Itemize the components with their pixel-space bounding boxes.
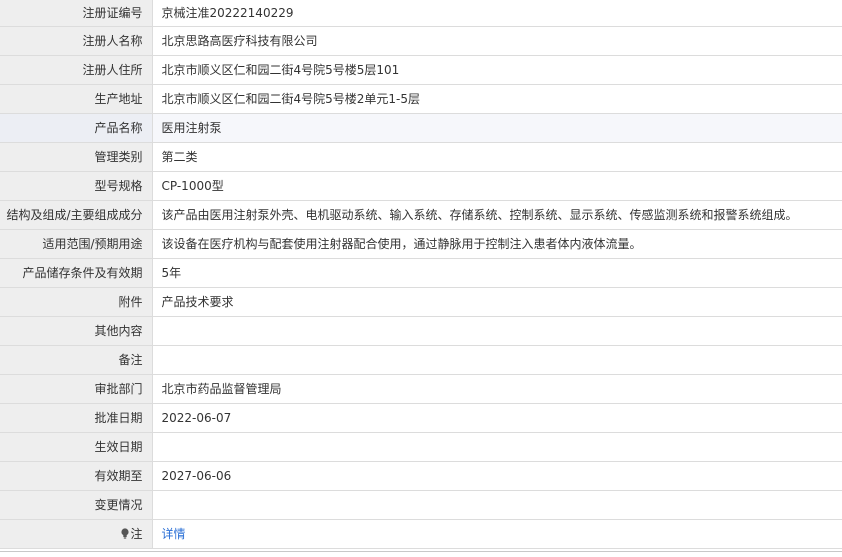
value-attachment: 产品技术要求 [152,287,842,317]
value-product-name: 医用注射泵 [152,113,842,143]
value-approval-date: 2022-06-07 [152,403,842,433]
label-approval-date: 批准日期 [0,403,153,433]
value-valid-until: 2027-06-06 [152,461,842,491]
value-change-history [152,490,842,520]
row-production-address: 生产地址 北京市顺义区仁和园二街4号院5号楼2单元1-5层 [0,84,842,114]
row-other-content: 其他内容 [0,316,842,346]
value-registration-number: 京械注准20222140229 [152,0,842,27]
row-product-name: 产品名称 医用注射泵 [0,113,842,143]
value-effective-date [152,432,842,462]
label-note-cell: 注 [0,519,153,549]
row-structure-composition: 结构及组成/主要组成成分 该产品由医用注射泵外壳、电机驱动系统、输入系统、存储系… [0,200,842,230]
value-registrant-address: 北京市顺义区仁和园二街4号院5号楼5层101 [152,55,842,85]
label-production-address: 生产地址 [0,84,153,114]
row-intended-use: 适用范围/预期用途 该设备在医疗机构与配套使用注射器配合使用，通过静脉用于控制注… [0,229,842,259]
label-product-name: 产品名称 [0,113,153,143]
row-effective-date: 生效日期 [0,432,842,462]
label-effective-date: 生效日期 [0,432,153,462]
label-management-category: 管理类别 [0,142,153,172]
value-structure-composition: 该产品由医用注射泵外壳、电机驱动系统、输入系统、存储系统、控制系统、显示系统、传… [152,200,842,230]
lightbulb-icon [121,528,130,539]
value-approval-department: 北京市药品监督管理局 [152,374,842,404]
row-remarks: 备注 [0,345,842,375]
row-attachment: 附件 产品技术要求 [0,287,842,317]
label-other-content: 其他内容 [0,316,153,346]
value-remarks [152,345,842,375]
details-link[interactable]: 详情 [162,527,186,541]
value-note-cell: 详情 [152,519,842,549]
label-note: 注 [130,527,143,541]
row-registrant-name: 注册人名称 北京思路高医疗科技有限公司 [0,26,842,56]
table-bottom-border [0,551,842,552]
row-approval-department: 审批部门 北京市药品监督管理局 [0,374,842,404]
row-valid-until: 有效期至 2027-06-06 [0,461,842,491]
label-structure-composition-cell: 结构及组成/主要组成成分 [0,200,153,230]
label-change-history: 变更情况 [0,490,153,520]
value-model-spec: CP-1000型 [152,171,842,201]
value-storage-validity: 5年 [152,258,842,288]
value-management-category: 第二类 [152,142,842,172]
label-registrant-address: 注册人住所 [0,55,153,85]
label-registration-number: 注册证编号 [0,0,153,27]
label-valid-until: 有效期至 [0,461,153,491]
value-production-address: 北京市顺义区仁和园二街4号院5号楼2单元1-5层 [152,84,842,114]
row-approval-date: 批准日期 2022-06-07 [0,403,842,433]
row-model-spec: 型号规格 CP-1000型 [0,171,842,201]
row-registration-number: 注册证编号 京械注准20222140229 [0,0,842,27]
label-registrant-name: 注册人名称 [0,26,153,56]
value-intended-use: 该设备在医疗机构与配套使用注射器配合使用，通过静脉用于控制注入患者体内液体流量。 [152,229,842,259]
label-model-spec: 型号规格 [0,171,153,201]
label-remarks: 备注 [0,345,153,375]
row-registrant-address: 注册人住所 北京市顺义区仁和园二街4号院5号楼5层101 [0,55,842,85]
value-other-content [152,316,842,346]
label-attachment: 附件 [0,287,153,317]
label-intended-use: 适用范围/预期用途 [0,229,153,259]
value-registrant-name: 北京思路高医疗科技有限公司 [152,26,842,56]
row-storage-validity: 产品储存条件及有效期 5年 [0,258,842,288]
label-storage-validity: 产品储存条件及有效期 [0,258,153,288]
label-structure-composition: 结构及组成/主要组成成分 [6,208,143,222]
label-approval-department: 审批部门 [0,374,153,404]
row-change-history: 变更情况 [0,490,842,520]
row-note: 注 详情 [0,519,842,549]
row-management-category: 管理类别 第二类 [0,142,842,172]
registration-detail-table: 注册证编号 京械注准20222140229 注册人名称 北京思路高医疗科技有限公… [0,0,842,549]
